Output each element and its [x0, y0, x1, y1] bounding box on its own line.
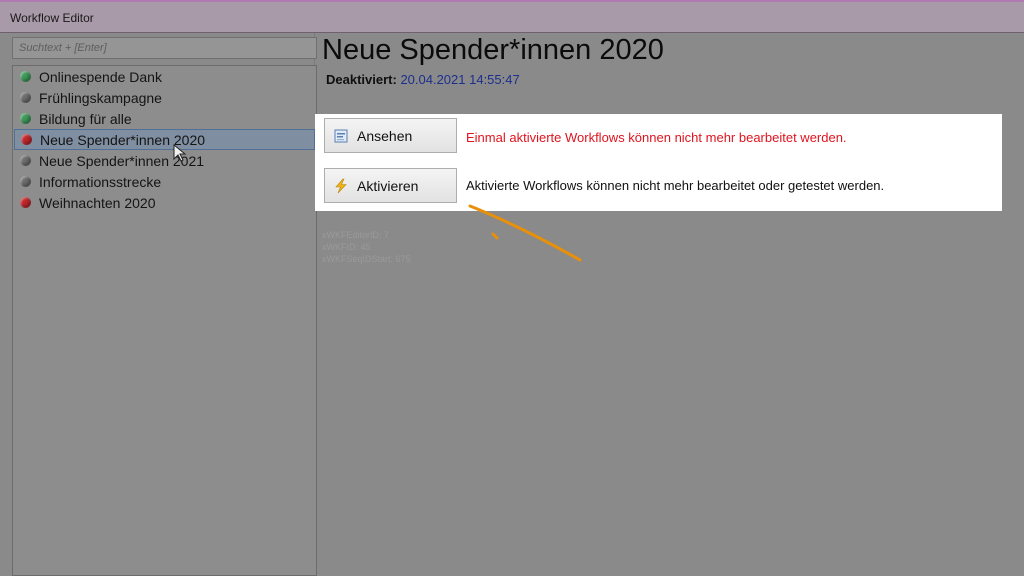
status-red-icon	[20, 197, 31, 208]
view-warning-text: Einmal aktivierte Workflows können nicht…	[466, 130, 847, 145]
search-input[interactable]	[12, 37, 317, 59]
title-bar: Workflow Editor	[0, 0, 1024, 33]
lightning-icon	[335, 178, 347, 193]
status-line: Deaktiviert: 20.04.2021 14:55:47	[326, 72, 520, 87]
tree-item[interactable]: Onlinespende Dank	[13, 66, 316, 87]
activate-button-label: Aktivieren	[357, 177, 419, 194]
status-gray-icon	[20, 176, 31, 187]
window-title: Workflow Editor	[10, 11, 94, 25]
tree-item[interactable]: Neue Spender*innen 2020	[14, 129, 315, 150]
status-green-icon	[20, 113, 31, 124]
view-document-icon	[334, 129, 348, 142]
view-button[interactable]: Ansehen	[324, 118, 457, 153]
status-green-icon	[20, 71, 31, 82]
debug-info: xWKFEditorID: 7 xWKFID: 45 xWKFSeqIDStar…	[322, 229, 411, 265]
status-gray-icon	[20, 155, 31, 166]
tree-item[interactable]: Bildung für alle	[13, 108, 316, 129]
tree-item[interactable]: Informationsstrecke	[13, 171, 316, 192]
debug-workflow-id: xWKFID: 45	[322, 242, 371, 252]
tree-item[interactable]: Weihnachten 2020	[13, 192, 316, 213]
debug-sequence-start: xWKFSeqIDStart: 675	[322, 254, 411, 264]
workflow-list-pane: Onlinespende Dank Frühlingskampagne Bildun…	[4, 33, 317, 576]
actions-panel: Ansehen Einmal aktivierte Workflows könn…	[315, 114, 1002, 211]
tree-item-label: Bildung für alle	[39, 110, 132, 127]
tree-item-label: Frühlingskampagne	[39, 89, 162, 106]
page-title: Neue Spender*innen 2020	[322, 34, 664, 66]
view-button-label: Ansehen	[357, 127, 413, 144]
status-label: Deaktiviert:	[326, 72, 397, 87]
activate-info-text: Aktivierte Workflows können nicht mehr b…	[466, 178, 885, 193]
tree-item-label: Informationsstrecke	[39, 173, 162, 190]
status-red-icon	[21, 134, 32, 145]
tree-item[interactable]: Frühlingskampagne	[13, 87, 316, 108]
tree-item[interactable]: Neue Spender*innen 2021	[13, 150, 316, 171]
mouse-cursor-icon	[173, 143, 187, 162]
tree-item-label: Weihnachten 2020	[39, 194, 156, 211]
status-gray-icon	[20, 92, 31, 103]
pen-annotation	[468, 204, 582, 262]
debug-editor-id: xWKFEditorID: 7	[322, 230, 390, 240]
activate-button[interactable]: Aktivieren	[324, 168, 457, 203]
tree-item-label: Onlinespende Dank	[39, 68, 162, 85]
status-timestamp: 20.04.2021 14:55:47	[400, 72, 520, 87]
workflow-tree[interactable]: Onlinespende Dank Frühlingskampagne Bildun…	[12, 65, 317, 576]
